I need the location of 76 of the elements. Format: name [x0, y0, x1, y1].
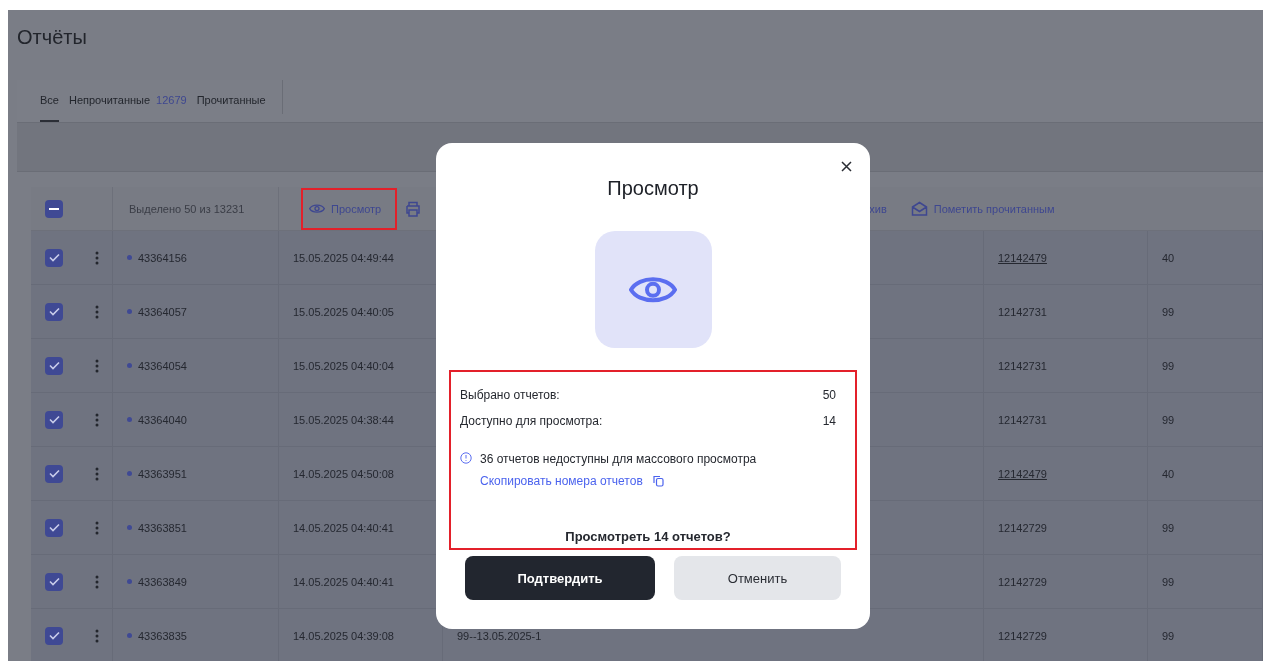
stat-label: Выбрано отчетов: [460, 388, 560, 402]
more-menu-icon[interactable] [95, 358, 99, 373]
stat-value: 50 [822, 388, 836, 402]
report-number: 43364156 [138, 251, 187, 264]
reference-number: 12142729 [998, 629, 1047, 642]
check-icon [48, 307, 60, 316]
dialog-title: Просмотр [607, 177, 699, 200]
row-checkbox[interactable] [45, 302, 63, 321]
table-cell: 40 [1148, 231, 1263, 285]
row-checkbox[interactable] [45, 626, 63, 645]
check-icon [48, 631, 60, 640]
check-icon [48, 361, 60, 370]
archive-action[interactable]: хив [861, 187, 903, 230]
open-envelope-icon [910, 200, 928, 217]
tab-count: 12679 [156, 94, 187, 106]
check-icon [48, 523, 60, 532]
check-icon [48, 469, 60, 478]
close-button[interactable] [839, 159, 854, 174]
more-menu-icon[interactable] [95, 466, 99, 481]
row-checkbox[interactable] [45, 464, 63, 483]
stat-label: Доступно для просмотра: [460, 414, 603, 428]
filter-tab[interactable]: Непрочитанные 12679 [68, 80, 187, 122]
reference-number: 12142731 [998, 359, 1047, 372]
report-number: 43363851 [138, 521, 187, 534]
more-menu-icon[interactable] [95, 250, 99, 265]
copy-icon [652, 475, 664, 487]
row-checkbox[interactable] [45, 572, 63, 591]
more-menu-icon[interactable] [95, 412, 99, 427]
mark-read-action[interactable]: Пометить прочитанным [902, 187, 1071, 230]
confirm-question: Просмотреть 14 отчетов? [564, 529, 732, 544]
table-cell: 99 [1148, 393, 1263, 447]
report-number: 43364054 [138, 359, 187, 372]
row-checkbox[interactable] [45, 356, 63, 375]
reference-number: 12142729 [998, 575, 1047, 588]
table-cell: 99 [1148, 339, 1263, 393]
minus-icon [49, 207, 59, 210]
eye-icon [309, 202, 325, 215]
page-title: Отчёты [16, 25, 88, 50]
close-icon [841, 161, 852, 172]
report-date: 14.05.2025 04:39:08 [279, 609, 443, 661]
check-icon [48, 577, 60, 586]
more-menu-icon[interactable] [95, 520, 99, 535]
check-icon [48, 415, 60, 424]
view-action[interactable]: Просмотр [301, 187, 398, 230]
reference-number: 12142729 [998, 521, 1047, 534]
table-cell: 99 [1148, 555, 1263, 609]
row-checkbox[interactable] [45, 518, 63, 537]
row-checkbox[interactable] [45, 410, 63, 429]
cancel-button[interactable]: Отменить [674, 556, 841, 600]
select-all-checkbox[interactable] [45, 199, 63, 218]
reference-link[interactable]: 12142479 [998, 467, 1047, 480]
more-menu-icon[interactable] [95, 574, 99, 589]
table-cell: 99 [1148, 609, 1263, 661]
reference-link[interactable]: 12142479 [998, 251, 1047, 264]
filter-tab[interactable]: Прочитанные [196, 80, 266, 122]
more-menu-icon[interactable] [95, 304, 99, 319]
report-number: 43363849 [138, 575, 187, 588]
table-cell: 99 [1148, 285, 1263, 339]
reference-number: 12142731 [998, 413, 1047, 426]
report-number: 43364057 [138, 305, 187, 318]
more-menu-icon[interactable] [95, 628, 99, 643]
report-number: 43364040 [138, 413, 187, 426]
printer-icon [405, 200, 422, 217]
table-cell: 99 [1148, 501, 1263, 555]
row-checkbox[interactable] [45, 248, 63, 267]
reference-number: 12142731 [998, 305, 1047, 318]
table-cell: 40 [1148, 447, 1263, 501]
notice-text: 36 отчетов недоступны для массового просмотра [480, 452, 757, 466]
copy-numbers-link[interactable]: Скопировать номера отчетов [480, 474, 757, 488]
check-icon [48, 253, 60, 262]
report-number: 43363951 [138, 467, 187, 480]
report-number: 43363835 [138, 629, 187, 642]
stat-value: 14 [822, 414, 836, 428]
confirm-button[interactable]: Подтвердить [465, 556, 655, 600]
info-icon [460, 452, 472, 464]
selection-count: Выделено 50 из 13231 [113, 187, 279, 231]
